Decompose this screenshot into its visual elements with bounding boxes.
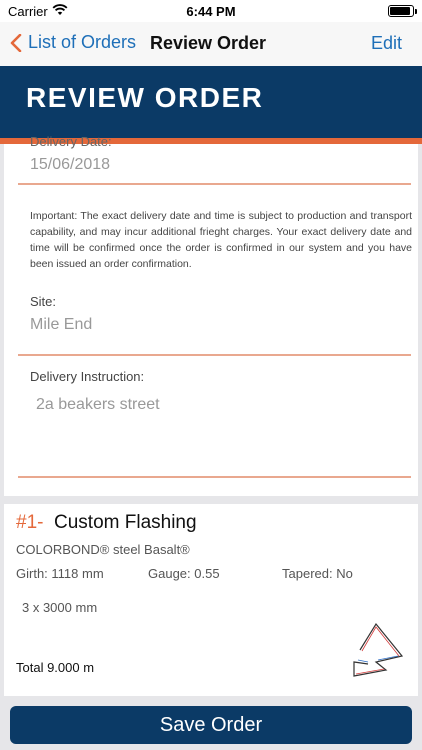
back-button[interactable]: List of Orders [10,32,136,53]
item-gauge: Gauge: 0.55 [148,566,220,581]
order-item-card[interactable]: #1- Custom Flashing COLORBOND® steel Bas… [4,504,418,696]
divider [18,183,411,185]
item-number: #1- [16,512,44,533]
delivery-instruction-label: Delivery Instruction: [30,369,145,384]
item-girth: Girth: 1118 mm [16,566,104,581]
item-tapered: Tapered: No [282,566,353,581]
delivery-date-label: Delivery Date: [30,134,112,149]
divider [18,354,411,356]
item-total: Total 9.000 m [16,660,95,675]
delivery-date-value[interactable]: 15/06/2018 [30,156,110,174]
divider [18,476,411,478]
flashing-profile-icon [353,622,404,677]
status-time: 6:44 PM [186,4,236,19]
back-button-label: List of Orders [28,32,137,52]
page-title: REVIEW ORDER [26,82,264,113]
item-material: COLORBOND® steel Basalt® [16,542,190,557]
delivery-instruction-value[interactable]: 2a beakers street [36,396,160,414]
footer-bar: Save Order [0,700,422,750]
save-order-button[interactable]: Save Order [10,706,412,744]
delivery-note: Important: The exact delivery date and t… [30,210,412,270]
status-bar: Carrier 6:44 PM [0,0,422,22]
chevron-left-icon [10,33,22,52]
battery-level [390,7,410,15]
navigation-bar: List of Orders Review Order Edit [0,22,422,66]
item-quantity: 3 x 3000 mm [22,600,98,615]
battery-icon [388,5,417,17]
delivery-card: Delivery Date: 15/06/2018 Important: The… [4,134,418,496]
page-banner: REVIEW ORDER [0,66,422,138]
edit-button[interactable]: Edit [371,33,402,54]
site-label: Site: [30,294,57,309]
site-value[interactable]: Mile End [30,316,92,334]
nav-title: Review Order [150,33,267,53]
item-name: Custom Flashing [54,512,197,533]
